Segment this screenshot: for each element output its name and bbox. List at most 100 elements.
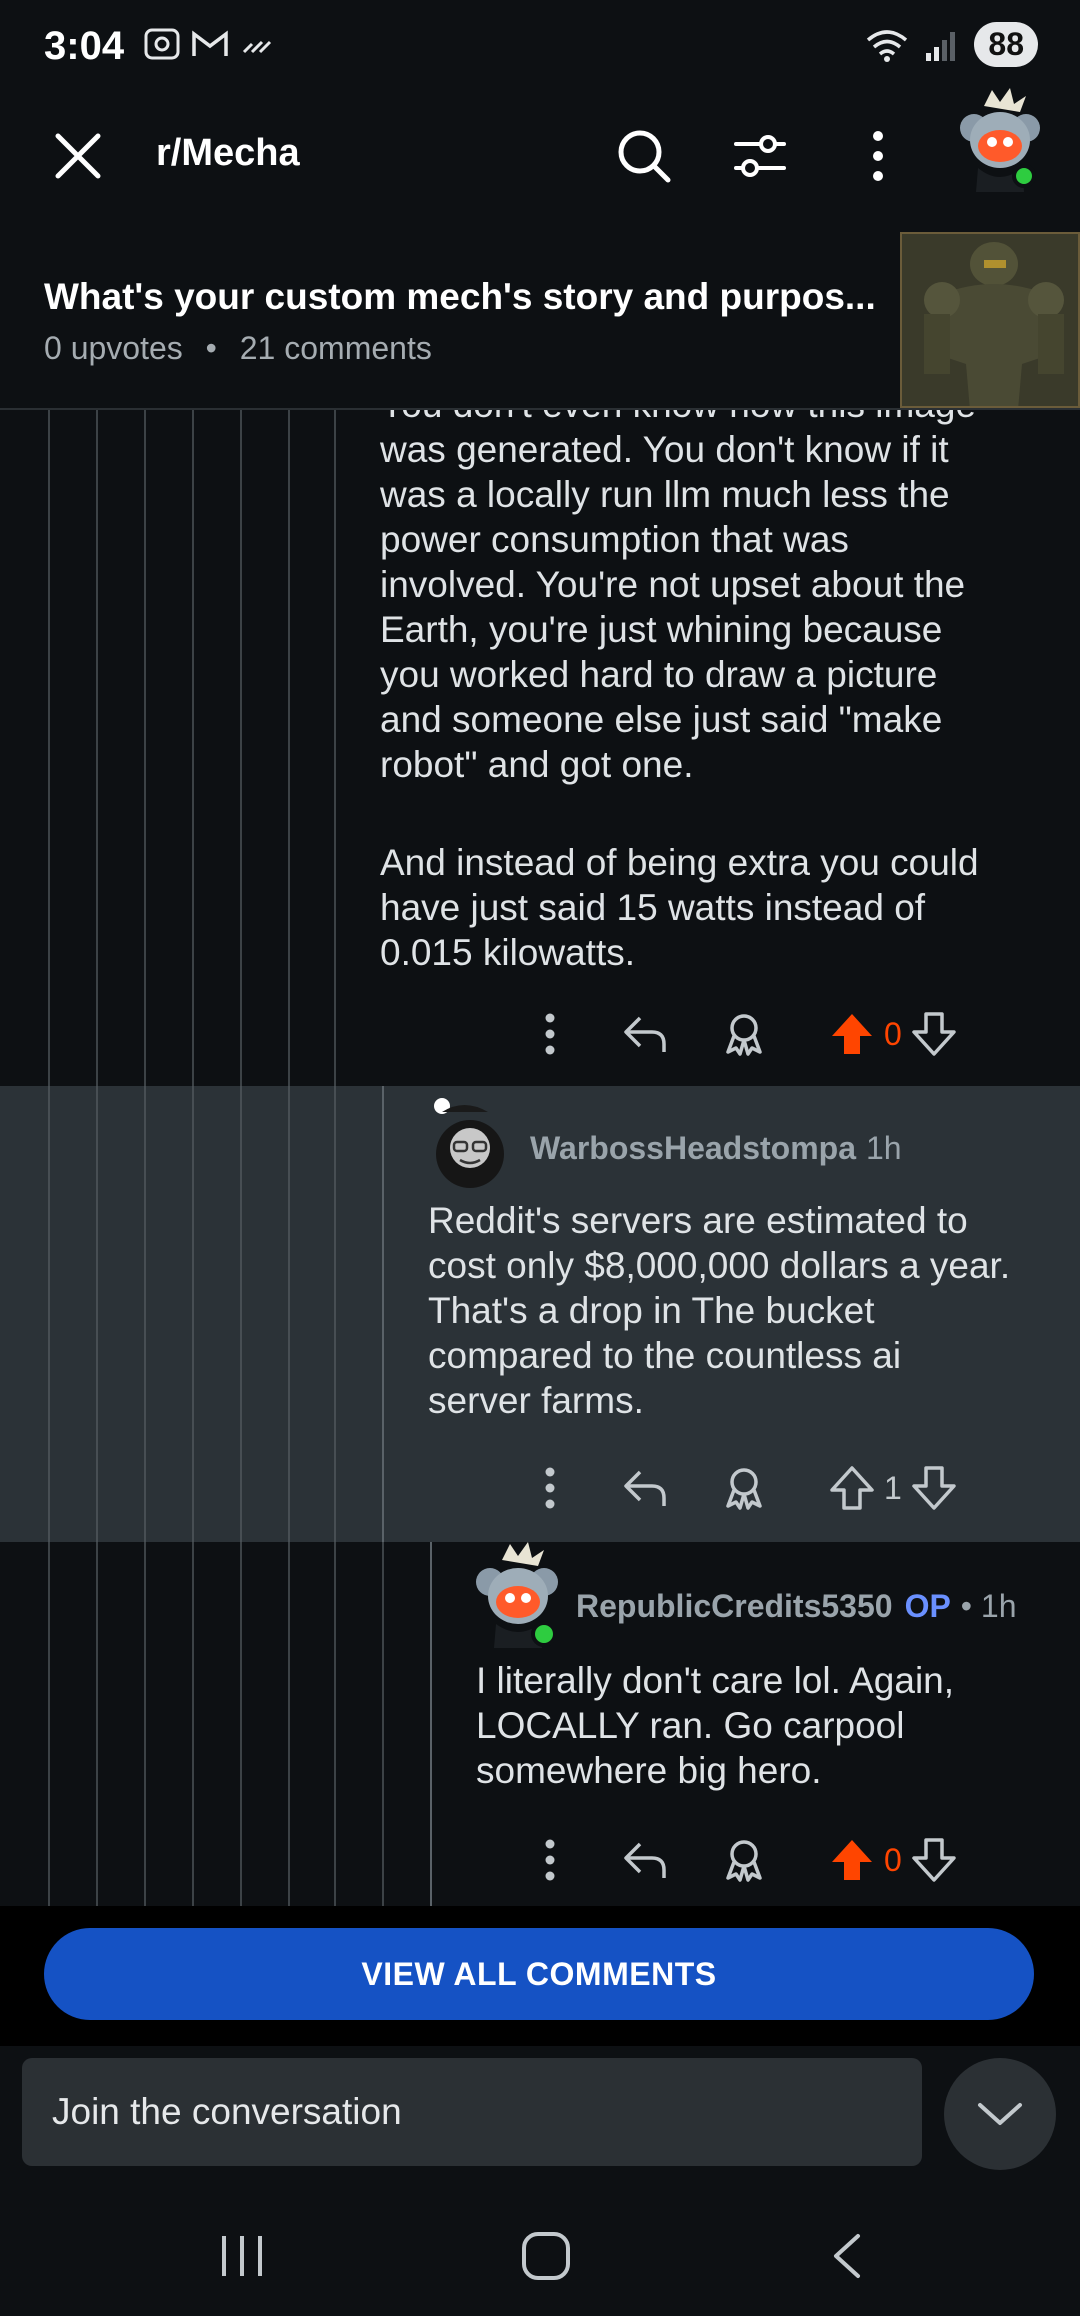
comment-line: somewhere big hero. [476,1750,822,1791]
thread-line[interactable] [288,1086,290,1542]
search-icon [618,130,671,183]
meta-separator: • [205,330,217,366]
comment-line: Earth, you're just whining because [380,609,943,650]
close-icon [55,133,101,179]
post-header[interactable]: What's your custom mech's story and purp… [0,216,1080,410]
user-avatar-icon[interactable] [470,1540,566,1650]
missed-call-icon [242,40,272,54]
vote-count: 0 [884,1841,902,1878]
post-title[interactable]: What's your custom mech's story and purp… [44,276,876,318]
search-button[interactable] [606,118,682,194]
comment-time: 1h [866,1130,902,1166]
system-icons: 88 [864,22,1038,67]
comments-area[interactable]: You don't even know how this image was g… [0,410,1080,1906]
collapse-button[interactable] [944,2058,1056,2170]
comment-count: 21 comments [239,330,432,366]
thread-line[interactable] [192,1086,194,1542]
recent-apps-icon[interactable] [218,2232,266,2280]
back-icon[interactable] [828,2232,868,2280]
comment-partial-line: You don't even know how this image [380,410,976,427]
comment-line: I literally don't care lol. Again, [476,1660,955,1701]
signal-icon [926,31,956,61]
comment-line: That's a drop in The bucket [428,1290,875,1331]
comment-line: power consumption that was [380,519,849,560]
reply-icon[interactable] [622,1010,670,1058]
compose-bar: Join the conversation [0,2046,1080,2196]
system-nav-bar [0,2196,1080,2316]
vote-count: 1 [884,1469,902,1506]
highlighted-comment[interactable]: WarbossHeadstompa 1h Reddit's servers are… [0,1086,1080,1542]
thread-line[interactable] [334,1086,336,1542]
comment-body: was generated. You don't know if it was … [380,427,965,787]
upvote-icon[interactable] [828,1836,876,1884]
comment-line: Reddit's servers are estimated to [428,1200,968,1241]
reply-icon[interactable] [622,1836,670,1884]
screenshot-icon [144,28,180,60]
comment-actions: 0 [530,1836,958,1884]
post-thumbnail[interactable] [900,232,1080,408]
chevron-down-icon [978,2103,1022,2125]
comment-line: server farms. [428,1380,644,1421]
comment-line: 0.015 kilowatts. [380,932,636,973]
downvote-icon[interactable] [910,1464,958,1512]
comment-line: you worked hard to draw a picture [380,654,938,695]
comment-line: And instead of being extra you could [380,842,979,883]
home-icon[interactable] [520,2230,572,2282]
downvote-icon[interactable] [910,1836,958,1884]
thread-line[interactable] [144,1086,146,1542]
upvote-icon[interactable] [828,1464,876,1512]
thread-line[interactable] [48,1086,50,1542]
comment-line: cost only $8,000,000 dollars a year. [428,1245,1011,1286]
more-options-button[interactable] [840,118,916,194]
comment-actions: 0 [530,1010,958,1058]
comment-time: • 1h [960,1588,1017,1624]
thread-line[interactable] [430,1542,432,1906]
gmail-icon [192,30,228,56]
upvote-count: 0 upvotes [44,330,183,366]
join-conversation-input[interactable]: Join the conversation [22,2058,922,2166]
filter-icon [734,135,786,177]
notification-icons [142,26,278,62]
more-vertical-icon[interactable] [530,1010,570,1058]
thread-line[interactable] [382,1542,384,1906]
upvote-icon[interactable] [828,1010,876,1058]
comment-line: compared to the countless ai [428,1335,902,1376]
status-bar: 3:04 88 [0,0,1080,96]
thread-line[interactable] [240,1086,242,1542]
more-vertical-icon[interactable] [530,1464,570,1512]
view-all-comments-button[interactable]: VIEW ALL COMMENTS [44,1928,1034,2020]
author-name[interactable]: WarbossHeadstompa [530,1130,856,1166]
subreddit-name[interactable]: r/Mecha [156,132,300,175]
more-vertical-icon [873,131,883,181]
award-icon[interactable] [720,1836,768,1884]
view-all-band: VIEW ALL COMMENTS [0,1906,1080,2046]
vote-count: 0 [884,1015,902,1052]
top-bar: r/Mecha [0,96,1080,216]
downvote-icon[interactable] [910,1010,958,1058]
comment-body: I literally don't care lol. Again, LOCAL… [476,1658,954,1793]
op-badge: OP [904,1588,951,1624]
close-button[interactable] [40,118,116,194]
comment-actions: 1 [530,1464,958,1512]
wifi-icon [867,29,908,62]
user-avatar-icon[interactable] [424,1094,520,1190]
thread-line[interactable] [96,1086,98,1542]
filter-button[interactable] [722,118,798,194]
comment-line: and someone else just said "make [380,699,943,740]
comment-line: involved. You're not upset about the [380,564,966,605]
thread-line[interactable] [382,1086,384,1542]
author-name[interactable]: RepublicCredits5350 [576,1588,893,1624]
reply-icon[interactable] [622,1464,670,1512]
post-meta: 0 upvotes • 21 comments [44,330,432,367]
comment-author[interactable]: WarbossHeadstompa 1h [530,1130,902,1167]
comment-author[interactable]: RepublicCredits5350 OP • 1h [576,1588,1016,1625]
snoo-avatar-icon [960,88,1040,192]
user-avatar[interactable] [954,88,1046,198]
more-vertical-icon[interactable] [530,1836,570,1884]
mech-thumbnail-image [902,234,1078,406]
award-icon[interactable] [720,1464,768,1512]
award-icon[interactable] [720,1010,768,1058]
comment-line: was a locally run llm much less the [380,474,950,515]
comment-line: robot" and got one. [380,744,694,785]
comment-body: Reddit's servers are estimated to cost o… [428,1198,1010,1423]
